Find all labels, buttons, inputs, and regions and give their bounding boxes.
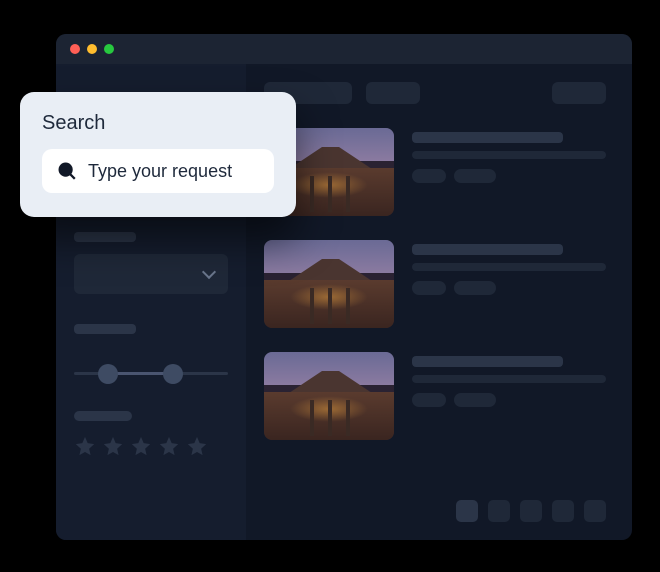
page-button[interactable]	[456, 500, 478, 522]
listing-tag-placeholder	[454, 281, 496, 295]
filter-label-placeholder	[74, 232, 136, 242]
page-button[interactable]	[584, 500, 606, 522]
listing-thumbnail	[264, 240, 394, 328]
star-icon	[186, 435, 208, 457]
slider-label-placeholder	[74, 324, 136, 334]
listing-tag-placeholder	[454, 169, 496, 183]
pagination	[264, 500, 606, 522]
listing-subtitle-placeholder	[412, 151, 606, 159]
listing-row[interactable]	[264, 352, 606, 440]
price-range-slider[interactable]	[74, 372, 228, 375]
listing-info	[412, 128, 606, 216]
minimize-window-dot[interactable]	[87, 44, 97, 54]
listing-tag-placeholder	[412, 281, 446, 295]
slider-handle-max[interactable]	[163, 364, 183, 384]
listing-title-placeholder	[412, 132, 563, 143]
star-icon	[102, 435, 124, 457]
listing-title-placeholder	[412, 356, 563, 367]
filter-select[interactable]	[74, 254, 228, 294]
listing-info	[412, 240, 606, 328]
rating-filter[interactable]	[74, 435, 228, 457]
star-icon	[130, 435, 152, 457]
maximize-window-dot[interactable]	[104, 44, 114, 54]
search-placeholder-text: Type your request	[88, 161, 232, 182]
results-topbar	[264, 82, 606, 104]
close-window-dot[interactable]	[70, 44, 80, 54]
listing-tag-placeholder	[454, 393, 496, 407]
listing-thumbnail	[264, 352, 394, 440]
star-icon	[74, 435, 96, 457]
page-button[interactable]	[520, 500, 542, 522]
listing-info	[412, 352, 606, 440]
topbar-control-3[interactable]	[552, 82, 606, 104]
listing-row[interactable]	[264, 128, 606, 216]
window-titlebar	[56, 34, 632, 64]
listing-tag-placeholder	[412, 169, 446, 183]
rating-label-placeholder	[74, 411, 132, 421]
topbar-control-2[interactable]	[366, 82, 420, 104]
chevron-down-icon	[202, 265, 216, 279]
listing-subtitle-placeholder	[412, 263, 606, 271]
listing-tag-placeholder	[412, 393, 446, 407]
listing-subtitle-placeholder	[412, 375, 606, 383]
slider-handle-min[interactable]	[98, 364, 118, 384]
star-icon	[158, 435, 180, 457]
search-input[interactable]: Type your request	[42, 149, 274, 193]
search-title: Search	[42, 112, 274, 135]
results-panel	[246, 64, 632, 540]
listing-row[interactable]	[264, 240, 606, 328]
page-button[interactable]	[552, 500, 574, 522]
listing-title-placeholder	[412, 244, 563, 255]
search-icon	[56, 160, 78, 182]
search-popover: Search Type your request	[20, 92, 296, 217]
page-button[interactable]	[488, 500, 510, 522]
